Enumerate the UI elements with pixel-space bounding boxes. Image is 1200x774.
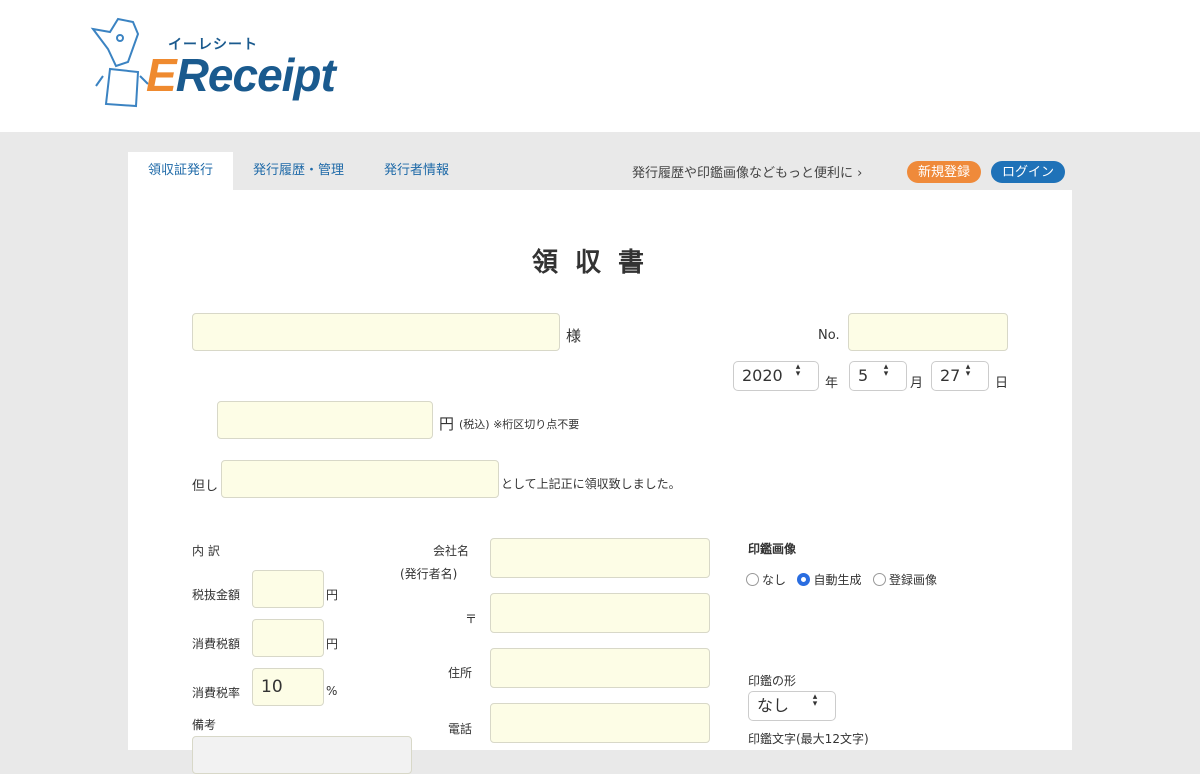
address-input[interactable] (490, 648, 710, 688)
tadashi-label: 但し (192, 479, 219, 494)
remarks-input[interactable] (192, 736, 412, 774)
year-label: 年 (825, 376, 839, 391)
seal-radio-registered[interactable]: 登録画像 (872, 573, 937, 587)
zip-label: 〒 (465, 612, 478, 626)
seal-image-radio-group: なし 自動生成 登録画像 (746, 571, 937, 588)
register-button[interactable]: 新規登録 (907, 161, 981, 183)
remarks-label: 備考 (192, 718, 217, 732)
logo-wordmark: EReceipt (146, 49, 336, 101)
company-label: 会社名 (433, 544, 470, 558)
rate-label: 消費税率 (192, 686, 241, 700)
amount-input[interactable] (217, 401, 433, 439)
day-label: 日 (995, 376, 1009, 391)
radio-icon (872, 573, 886, 586)
company-sublabel: (発行者名) (400, 567, 458, 581)
ereceipt-logo[interactable]: イーレシート EReceipt (88, 14, 348, 114)
site-header: イーレシート EReceipt (0, 0, 1200, 132)
year-select[interactable]: 2020 (733, 361, 819, 391)
pretax-unit: 円 (326, 588, 339, 602)
address-label: 住所 (448, 666, 473, 680)
receipt-form: 領 収 書 様 No. 2020 年 5 月 27 日 円 (税込) ※桁区切り… (128, 190, 1072, 774)
seal-shape-select[interactable]: なし (748, 691, 836, 721)
seal-shape-label: 印鑑の形 (748, 674, 797, 688)
phone-input[interactable] (490, 703, 710, 743)
seal-text-label: 印鑑文字(最大12文字) (748, 732, 869, 746)
main-tabs: 領収証発行 発行履歴・管理 発行者情報 (128, 152, 469, 190)
page-title: 領 収 書 (531, 248, 649, 278)
company-input[interactable] (490, 538, 710, 578)
amount-note: (税込) ※桁区切り点不要 (459, 418, 580, 431)
day-select[interactable]: 27 (931, 361, 989, 391)
month-label: 月 (910, 376, 924, 391)
seal-radio-auto[interactable]: 自動生成 (797, 573, 861, 587)
radio-icon (746, 573, 759, 586)
tax-input[interactable] (252, 619, 324, 657)
zip-input[interactable] (490, 593, 710, 633)
seal-radio-none[interactable]: なし (746, 573, 786, 587)
recipient-input[interactable] (192, 313, 560, 351)
login-button[interactable]: ログイン (991, 161, 1065, 183)
tadashi-input[interactable] (221, 460, 499, 498)
pretax-label: 税抜金額 (192, 588, 241, 602)
phone-label: 電話 (448, 722, 473, 736)
tab-history[interactable]: 発行履歴・管理 (233, 152, 364, 190)
tab-issuer-info[interactable]: 発行者情報 (364, 152, 469, 190)
no-label: No. (818, 328, 840, 343)
breakdown-label: 内 訳 (192, 544, 220, 558)
radio-checked-icon (797, 573, 811, 586)
tax-rate-input[interactable]: 10 (252, 668, 324, 706)
rate-unit: % (326, 684, 338, 698)
month-select[interactable]: 5 (849, 361, 907, 391)
tab-issue-receipt[interactable]: 領収証発行 (128, 152, 234, 190)
recipient-suffix: 様 (566, 327, 582, 345)
tax-unit: 円 (326, 637, 339, 651)
seal-image-label: 印鑑画像 (748, 542, 797, 556)
promo-link[interactable]: 発行履歴や印鑑画像などもっと便利に › (632, 162, 862, 181)
pretax-input[interactable] (252, 570, 324, 608)
tadashi-suffix: として上記正に領収致しました。 (501, 477, 681, 491)
amount-suffix: 円 (439, 415, 455, 433)
receipt-no-input[interactable] (848, 313, 1008, 351)
tax-label: 消費税額 (192, 637, 241, 651)
